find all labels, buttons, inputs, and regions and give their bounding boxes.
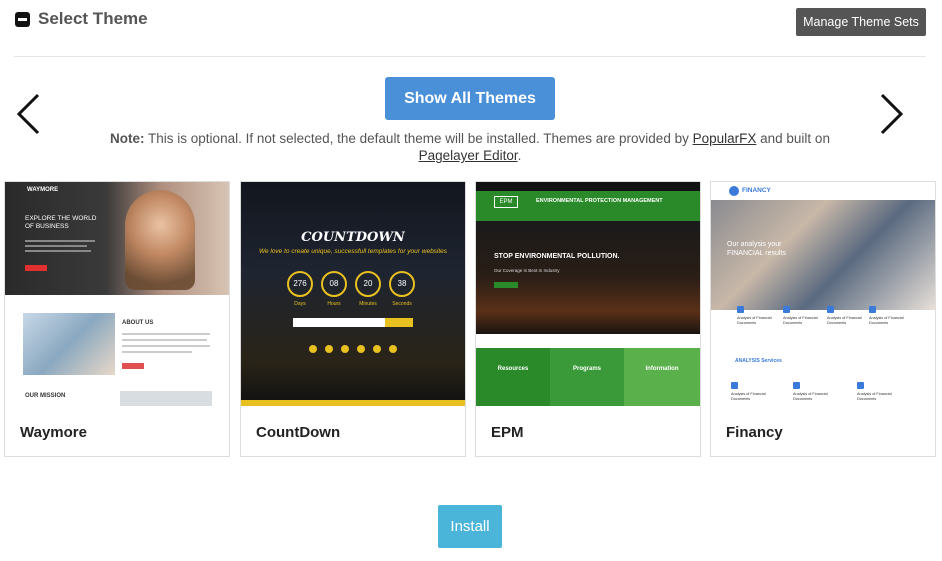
- theme-thumbnail[interactable]: EPM ENVIRONMENTAL PROTECTION MANAGEMENT …: [476, 182, 700, 406]
- preview-title: COUNTDOWN: [301, 230, 405, 245]
- service-text: Analysis of Financial Documents: [827, 316, 862, 325]
- preview-logo: EPM: [494, 196, 518, 208]
- theme-grid: WAYMORE EXPLORE THE WORLD OF BUSINESS AB…: [4, 181, 936, 457]
- preview-subscribe-button: [385, 318, 413, 327]
- text-line: [122, 345, 210, 347]
- note-text: Note: This is optional. If not selected,…: [100, 130, 840, 164]
- service-icon: [737, 306, 744, 313]
- column-label: Programs: [572, 366, 601, 372]
- preview-logo: WAYMORE: [27, 187, 59, 193]
- popularfx-link[interactable]: PopularFX: [693, 131, 757, 146]
- manage-theme-sets-button[interactable]: Manage Theme Sets: [796, 8, 926, 36]
- preview-footer: [241, 400, 465, 406]
- collapse-icon[interactable]: [15, 12, 30, 27]
- preview-column: Information: [624, 348, 700, 406]
- preview-about: ABOUT US: [122, 320, 154, 326]
- preview-subtitle: We love to create unique, successfull te…: [258, 248, 448, 255]
- show-all-themes-button[interactable]: Show All Themes: [385, 77, 555, 120]
- portrait-image: [125, 190, 195, 290]
- preview-topbar: [476, 182, 700, 191]
- text-line: [122, 333, 210, 335]
- service-icon: [793, 382, 800, 389]
- office-image: [23, 313, 115, 375]
- preview-column: Resources: [476, 348, 550, 406]
- social-icon: [309, 345, 317, 353]
- preview-mission: OUR MISSION: [25, 393, 66, 399]
- industrial-image: [476, 221, 700, 334]
- preview-headline: STOP ENVIRONMENTAL POLLUTION.: [494, 253, 620, 260]
- hero-image: [5, 182, 229, 295]
- service-icon: [783, 306, 790, 313]
- note-label: Note:: [110, 131, 145, 146]
- countdown-seconds: 38: [389, 271, 415, 297]
- service-icon: [869, 306, 876, 313]
- preview-email-input: [293, 318, 385, 327]
- preview-logo: FINANCY: [742, 187, 771, 194]
- preview-section: ABOUT US OUR MISSION: [5, 295, 229, 406]
- preview-column: Programs: [550, 348, 624, 406]
- service-icon: [857, 382, 864, 389]
- column-label: Resources: [497, 366, 529, 372]
- countdown-days: 276: [287, 271, 313, 297]
- countdown-hours: 08: [321, 271, 347, 297]
- theme-card-epm[interactable]: EPM ENVIRONMENTAL PROTECTION MANAGEMENT …: [475, 181, 701, 457]
- previous-arrow-icon[interactable]: [14, 92, 44, 136]
- header-divider: [14, 56, 926, 57]
- preview-button: [494, 282, 518, 288]
- service-text: Analysis of Financial Documents: [737, 316, 772, 325]
- text-line: [122, 339, 207, 341]
- service-text: Analysis of Financial Documents: [869, 316, 904, 325]
- next-arrow-icon[interactable]: [876, 92, 906, 136]
- preview-org: ENVIRONMENTAL PROTECTION MANAGEMENT: [536, 198, 663, 204]
- service-text: Analysis of Financial Documents: [793, 392, 828, 401]
- text-line: [25, 240, 95, 242]
- page-title: Select Theme: [38, 9, 148, 28]
- preview-subline: Our Coverage Is Best In Industry: [494, 268, 560, 273]
- install-button[interactable]: Install: [438, 505, 502, 548]
- countdown-minutes: 20: [355, 271, 381, 297]
- note-text-3: .: [517, 148, 522, 163]
- countdown-label: Minutes: [359, 301, 377, 307]
- theme-name: CountDown: [256, 424, 341, 441]
- note-text-2: and built on: [756, 131, 830, 146]
- service-icon: [827, 306, 834, 313]
- social-icon: [357, 345, 365, 353]
- social-icon: [341, 345, 349, 353]
- theme-card-countdown[interactable]: COUNTDOWN We love to create unique, succ…: [240, 181, 466, 457]
- countdown-label: Days: [294, 301, 306, 307]
- theme-name: EPM: [491, 424, 524, 441]
- theme-name: Waymore: [20, 424, 87, 441]
- social-icon: [373, 345, 381, 353]
- preview-headline: Our analysis your FINANCIAL results: [727, 241, 786, 257]
- theme-thumbnail[interactable]: COUNTDOWN We love to create unique, succ…: [241, 182, 465, 406]
- countdown-label: Seconds: [392, 301, 412, 307]
- theme-header: Select Theme Manage Theme Sets: [14, 8, 928, 48]
- text-line: [25, 250, 91, 252]
- theme-card-financy[interactable]: FINANCY Our analysis your FINANCIAL resu…: [710, 181, 936, 457]
- service-icon: [731, 382, 738, 389]
- preview-button: [25, 265, 47, 271]
- social-icon: [389, 345, 397, 353]
- theme-name: Financy: [726, 424, 783, 441]
- text-line: [122, 351, 192, 353]
- preview-section: ANALYSIS Services: [735, 358, 782, 364]
- theme-card-waymore[interactable]: WAYMORE EXPLORE THE WORLD OF BUSINESS AB…: [4, 181, 230, 457]
- theme-thumbnail[interactable]: WAYMORE EXPLORE THE WORLD OF BUSINESS AB…: [5, 182, 229, 406]
- column-label: Information: [645, 366, 679, 372]
- preview-button: [122, 363, 144, 369]
- city-night-image: [241, 182, 465, 406]
- countdown-label: Hours: [327, 301, 341, 307]
- service-text: Analysis of Financial Documents: [731, 392, 766, 401]
- note-text-1: This is optional. If not selected, the d…: [144, 131, 693, 146]
- preview-logo-icon: [729, 186, 739, 196]
- pagelayer-link[interactable]: Pagelayer Editor: [419, 148, 518, 163]
- mission-image: [120, 391, 212, 406]
- service-text: Analysis of Financial Documents: [783, 316, 818, 325]
- social-icon: [325, 345, 333, 353]
- text-line: [25, 245, 87, 247]
- service-text: Analysis of Financial Documents: [857, 392, 892, 401]
- preview-headline: EXPLORE THE WORLD OF BUSINESS: [25, 215, 97, 230]
- theme-thumbnail[interactable]: FINANCY Our analysis your FINANCIAL resu…: [711, 182, 935, 406]
